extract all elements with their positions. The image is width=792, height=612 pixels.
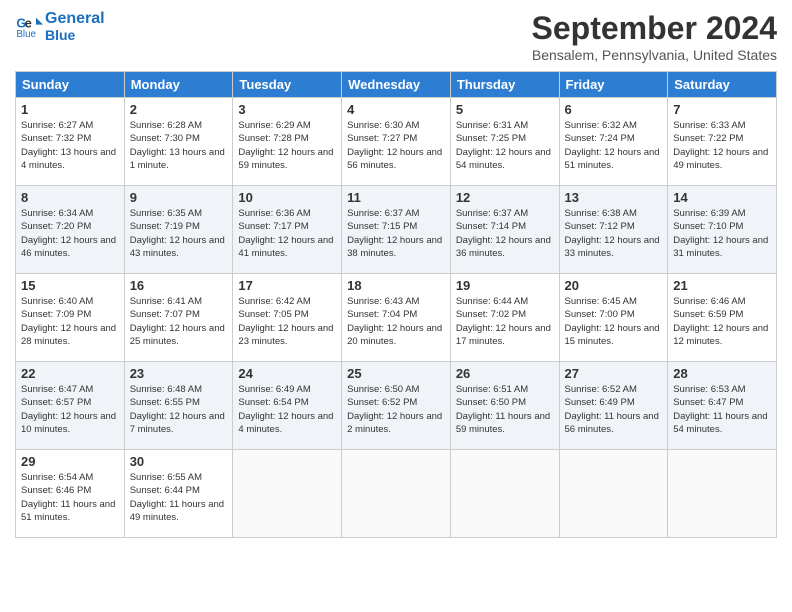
day-22: 22 Sunrise: 6:47 AMSunset: 6:57 PMDaylig… — [16, 362, 125, 450]
title-area: September 2024 Bensalem, Pennsylvania, U… — [532, 10, 777, 63]
day-25: 25 Sunrise: 6:50 AMSunset: 6:52 PMDaylig… — [342, 362, 451, 450]
svg-text:e: e — [25, 17, 32, 31]
day-30: 30 Sunrise: 6:55 AMSunset: 6:44 PMDaylig… — [124, 450, 233, 538]
col-friday: Friday — [559, 72, 668, 98]
day-10: 10 Sunrise: 6:36 AMSunset: 7:17 PMDaylig… — [233, 186, 342, 274]
day-7: 7 Sunrise: 6:33 AMSunset: 7:22 PMDayligh… — [668, 98, 777, 186]
empty-cell — [233, 450, 342, 538]
day-24: 24 Sunrise: 6:49 AMSunset: 6:54 PMDaylig… — [233, 362, 342, 450]
day-14: 14 Sunrise: 6:39 AMSunset: 7:10 PMDaylig… — [668, 186, 777, 274]
day-19: 19 Sunrise: 6:44 AMSunset: 7:02 PMDaylig… — [450, 274, 559, 362]
col-sunday: Sunday — [16, 72, 125, 98]
day-3: 3 Sunrise: 6:29 AMSunset: 7:28 PMDayligh… — [233, 98, 342, 186]
day-18: 18 Sunrise: 6:43 AMSunset: 7:04 PMDaylig… — [342, 274, 451, 362]
month-title: September 2024 — [532, 10, 777, 47]
col-wednesday: Wednesday — [342, 72, 451, 98]
col-saturday: Saturday — [668, 72, 777, 98]
day-9: 9 Sunrise: 6:35 AMSunset: 7:19 PMDayligh… — [124, 186, 233, 274]
logo-blue: Blue — [45, 28, 105, 43]
table-row: 29 Sunrise: 6:54 AMSunset: 6:46 PMDaylig… — [16, 450, 777, 538]
svg-text:Blue: Blue — [16, 30, 36, 41]
table-row: 1 Sunrise: 6:27 AMSunset: 7:32 PMDayligh… — [16, 98, 777, 186]
table-row: 15 Sunrise: 6:40 AMSunset: 7:09 PMDaylig… — [16, 274, 777, 362]
day-13: 13 Sunrise: 6:38 AMSunset: 7:12 PMDaylig… — [559, 186, 668, 274]
day-2: 2 Sunrise: 6:28 AMSunset: 7:30 PMDayligh… — [124, 98, 233, 186]
day-20: 20 Sunrise: 6:45 AMSunset: 7:00 PMDaylig… — [559, 274, 668, 362]
day-1: 1 Sunrise: 6:27 AMSunset: 7:32 PMDayligh… — [16, 98, 125, 186]
day-17: 17 Sunrise: 6:42 AMSunset: 7:05 PMDaylig… — [233, 274, 342, 362]
empty-cell — [450, 450, 559, 538]
logo-icon: G e Blue — [15, 12, 43, 40]
col-monday: Monday — [124, 72, 233, 98]
table-row: 8 Sunrise: 6:34 AMSunset: 7:20 PMDayligh… — [16, 186, 777, 274]
col-thursday: Thursday — [450, 72, 559, 98]
empty-cell — [668, 450, 777, 538]
calendar-header-row: Sunday Monday Tuesday Wednesday Thursday… — [16, 72, 777, 98]
day-16: 16 Sunrise: 6:41 AMSunset: 7:07 PMDaylig… — [124, 274, 233, 362]
day-29: 29 Sunrise: 6:54 AMSunset: 6:46 PMDaylig… — [16, 450, 125, 538]
calendar-table: Sunday Monday Tuesday Wednesday Thursday… — [15, 71, 777, 538]
day-4: 4 Sunrise: 6:30 AMSunset: 7:27 PMDayligh… — [342, 98, 451, 186]
day-11: 11 Sunrise: 6:37 AMSunset: 7:15 PMDaylig… — [342, 186, 451, 274]
page: G e Blue General Blue September 2024 Ben… — [0, 0, 792, 612]
day-6: 6 Sunrise: 6:32 AMSunset: 7:24 PMDayligh… — [559, 98, 668, 186]
empty-cell — [559, 450, 668, 538]
day-8: 8 Sunrise: 6:34 AMSunset: 7:20 PMDayligh… — [16, 186, 125, 274]
col-tuesday: Tuesday — [233, 72, 342, 98]
table-row: 22 Sunrise: 6:47 AMSunset: 6:57 PMDaylig… — [16, 362, 777, 450]
empty-cell — [342, 450, 451, 538]
logo-general: General — [45, 10, 105, 27]
day-21: 21 Sunrise: 6:46 AMSunset: 6:59 PMDaylig… — [668, 274, 777, 362]
day-27: 27 Sunrise: 6:52 AMSunset: 6:49 PMDaylig… — [559, 362, 668, 450]
logo: G e Blue General Blue — [15, 10, 105, 43]
day-12: 12 Sunrise: 6:37 AMSunset: 7:14 PMDaylig… — [450, 186, 559, 274]
day-28: 28 Sunrise: 6:53 AMSunset: 6:47 PMDaylig… — [668, 362, 777, 450]
day-15: 15 Sunrise: 6:40 AMSunset: 7:09 PMDaylig… — [16, 274, 125, 362]
day-23: 23 Sunrise: 6:48 AMSunset: 6:55 PMDaylig… — [124, 362, 233, 450]
day-26: 26 Sunrise: 6:51 AMSunset: 6:50 PMDaylig… — [450, 362, 559, 450]
day-5: 5 Sunrise: 6:31 AMSunset: 7:25 PMDayligh… — [450, 98, 559, 186]
location: Bensalem, Pennsylvania, United States — [532, 47, 777, 63]
header: G e Blue General Blue September 2024 Ben… — [15, 10, 777, 63]
